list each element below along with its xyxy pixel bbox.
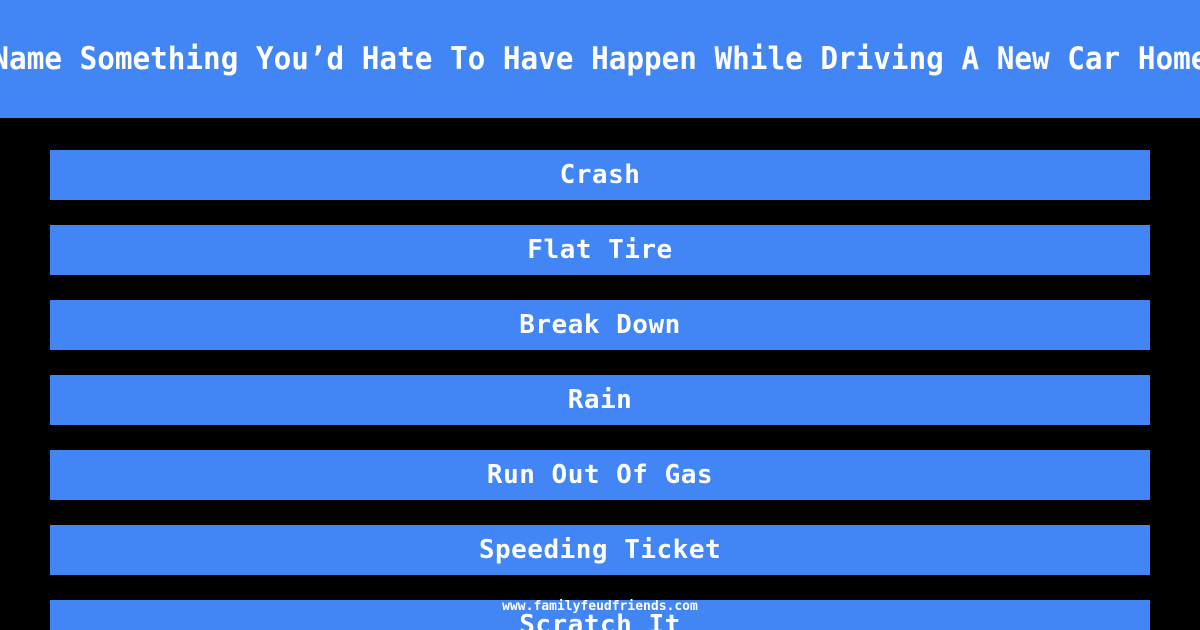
answer-bar-3[interactable]: Break Down <box>50 300 1150 350</box>
answer-label-7: Scratch It <box>519 610 681 630</box>
answer-label-6: Speeding Ticket <box>478 535 722 565</box>
family-feud-answer-board: Name Something You’d Hate To Have Happen… <box>0 0 1200 630</box>
question-banner: Name Something You’d Hate To Have Happen… <box>0 0 1200 118</box>
answer-bar-5[interactable]: Run Out Of Gas <box>50 450 1150 500</box>
answer-bar-4[interactable]: Rain <box>50 375 1150 425</box>
answer-list: Crash Flat Tire Break Down Rain Run Out … <box>50 150 1150 630</box>
answer-label-2: Flat Tire <box>527 235 673 265</box>
answer-label-1: Crash <box>559 160 641 190</box>
answer-label-4: Rain <box>567 385 633 415</box>
answer-label-3: Break Down <box>519 310 681 340</box>
answer-bar-2[interactable]: Flat Tire <box>50 225 1150 275</box>
answer-bar-7[interactable]: Scratch It <box>50 600 1150 630</box>
answer-bar-1[interactable]: Crash <box>50 150 1150 200</box>
answer-label-5: Run Out Of Gas <box>486 460 714 490</box>
answer-bar-6[interactable]: Speeding Ticket <box>50 525 1150 575</box>
question-text: Name Something You’d Hate To Have Happen… <box>0 40 1200 77</box>
